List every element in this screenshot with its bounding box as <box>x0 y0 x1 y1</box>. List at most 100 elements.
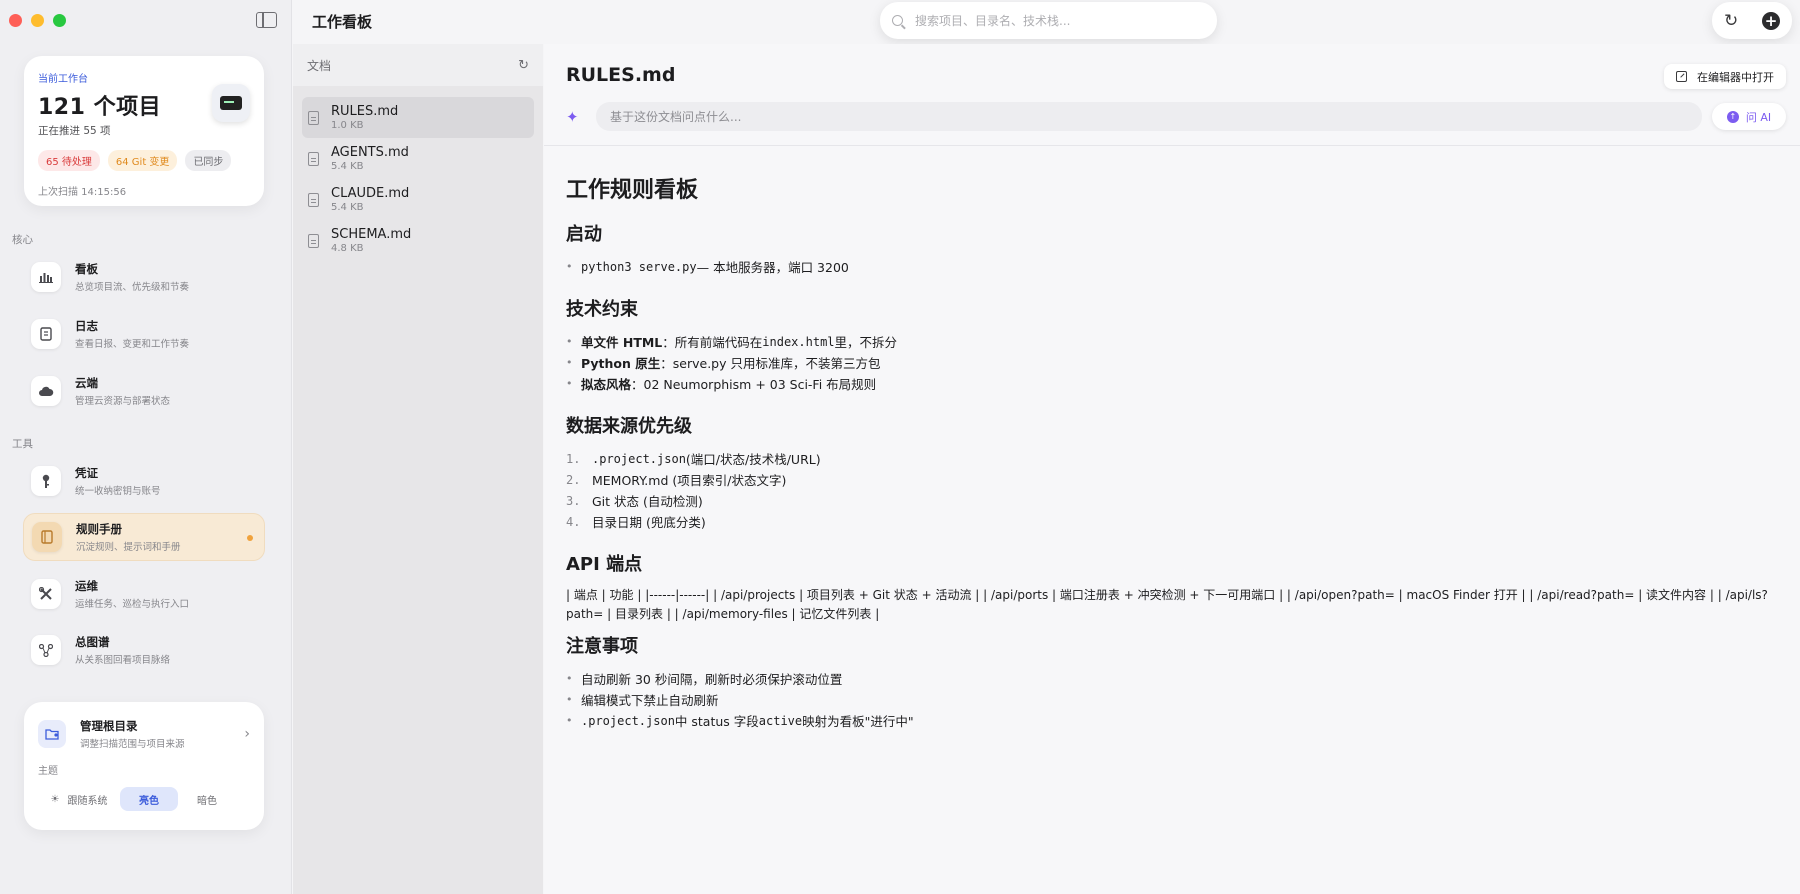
start-list: • python3 serve.py — 本地服务器，端口 3200 <box>566 256 1786 277</box>
refresh-icon[interactable]: ↻ <box>1724 11 1738 31</box>
markdown-content: 工作规则看板 启动 • python3 serve.py — 本地服务器，端口 3… <box>566 172 1786 731</box>
sidebar-toggle-icon[interactable] <box>256 12 277 28</box>
nav-title: 云端 <box>75 376 98 390</box>
cloud-icon <box>31 376 61 406</box>
nav-title: 运维 <box>75 579 98 593</box>
theme-dark-option[interactable]: 暗色 <box>178 787 236 811</box>
sources-list: 1. .project.json (端口/状态/技术栈/URL) 2. MEMORY… <box>566 448 1786 532</box>
workspace-in-progress: 正在推进 55 项 <box>38 125 111 137</box>
chevron-right-icon: › <box>244 726 250 742</box>
nav-desc: 管理云资源与部署状态 <box>75 396 171 407</box>
list-item: 2. MEMORY.md (项目索引/状态文字) <box>566 472 787 489</box>
document-title: RULES.md <box>566 64 676 86</box>
git-changes-badge[interactable]: 64 Git 变更 <box>107 150 178 171</box>
sync-badge: 已同步 <box>185 150 232 171</box>
root-title: 管理根目录 <box>80 719 138 733</box>
bar-chart-icon <box>31 262 61 292</box>
search-input[interactable] <box>915 13 1195 28</box>
documents-header: 文档 ↻ <box>293 44 543 86</box>
tech-list: • 单文件 HTML ：所有前端代码在 index.html 里，不拆分 • Pyth… <box>566 331 1786 394</box>
graph-icon <box>31 635 61 665</box>
document-icon <box>308 110 319 125</box>
document-icon <box>308 233 319 248</box>
section-heading-sources: 数据来源优先级 <box>566 416 692 437</box>
sidebar-item-board[interactable]: 看板 总览项目流、优先级和节奏 <box>23 253 265 301</box>
doc-size: 5.4 KB <box>331 202 364 213</box>
close-window-button[interactable] <box>9 14 22 27</box>
folder-settings-icon <box>38 720 66 748</box>
list-item: • python3 serve.py — 本地服务器，端口 3200 <box>566 259 849 276</box>
ask-ai-input[interactable] <box>596 102 1702 131</box>
theme-light-option[interactable]: 亮色 <box>120 787 178 811</box>
document-viewer: RULES.md 在编辑器中打开 ✦ ↑ 问 AI 工作规则看板 启动 •pyt… <box>544 44 1800 894</box>
open-in-editor-button[interactable]: 在编辑器中打开 <box>1664 64 1786 89</box>
nav-title: 总图谱 <box>75 635 110 649</box>
nav-title: 规则手册 <box>76 522 122 536</box>
key-icon <box>31 466 61 496</box>
doc-name: RULES.md <box>331 104 399 119</box>
external-link-icon <box>1676 71 1687 82</box>
document-icon <box>308 151 319 166</box>
doc-item-rules[interactable]: RULES.md 1.0 KB <box>302 97 534 138</box>
ask-ai-button[interactable]: ↑ 问 AI <box>1712 103 1786 130</box>
top-actions: ↻ + <box>1712 2 1792 39</box>
nav-desc: 沉淀规则、提示词和手册 <box>76 542 181 553</box>
theme-switcher: ☀ 跟随系统 亮色 暗色 <box>38 786 256 812</box>
nav-desc: 统一收纳密钥与账号 <box>75 486 161 497</box>
doc-size: 4.8 KB <box>331 243 364 254</box>
search-icon <box>892 15 903 26</box>
list-item: • 编辑模式下禁止自动刷新 <box>566 693 719 708</box>
workspace-label: 当前工作台 <box>38 74 88 85</box>
window-controls <box>9 14 66 27</box>
list-item: • Python 原生 ：serve.py 只用标准库，不装第三方包 <box>566 356 881 371</box>
sidebar-item-graph[interactable]: 总图谱 从关系图回看项目脉络 <box>23 626 265 674</box>
theme-system-option[interactable]: ☀ 跟随系统 <box>38 787 120 811</box>
sidebar-item-ops[interactable]: 运维 运维任务、巡检与执行入口 <box>23 570 265 618</box>
doc-size: 1.0 KB <box>331 120 364 131</box>
last-scan-time: 上次扫描 14:15:56 <box>38 187 127 198</box>
doc-item-claude[interactable]: CLAUDE.md 5.4 KB <box>302 179 534 220</box>
window-title: 工作看板 <box>312 13 373 31</box>
pending-badge[interactable]: 65 待处理 <box>38 150 100 171</box>
manage-root-button[interactable]: 管理根目录 调整扫描范围与项目来源 › <box>38 718 250 750</box>
doc-name: AGENTS.md <box>331 145 409 160</box>
nav-title: 凭证 <box>75 466 98 480</box>
section-heading-tech: 技术约束 <box>566 299 638 320</box>
list-item: • .project.json 中 status 字段 active 映射为看板"… <box>566 713 914 730</box>
root-directory-card: 管理根目录 调整扫描范围与项目来源 › 主题 ☀ 跟随系统 亮色 暗色 <box>24 702 264 830</box>
wrench-icon <box>31 579 61 609</box>
doc-item-agents[interactable]: AGENTS.md 5.4 KB <box>302 138 534 179</box>
sidebar-item-credentials[interactable]: 凭证 统一收纳密钥与账号 <box>23 457 265 505</box>
section-heading-api: API 端点 <box>566 554 643 575</box>
ask-ai-label: 问 AI <box>1745 110 1772 124</box>
refresh-docs-icon[interactable]: ↻ <box>518 58 529 73</box>
search-bar[interactable] <box>880 2 1217 39</box>
add-icon[interactable]: + <box>1762 11 1781 30</box>
doc-name: CLAUDE.md <box>331 186 410 201</box>
list-item: • 单文件 HTML ：所有前端代码在 index.html 里，不拆分 <box>566 334 898 351</box>
documents-title: 文档 <box>307 58 332 73</box>
root-desc: 调整扫描范围与项目来源 <box>80 739 185 750</box>
documents-panel: 文档 ↻ RULES.md 1.0 KB AGENTS.md 5.4 KB CL… <box>293 44 543 894</box>
workspace-card: 当前工作台 121 个项目 正在推进 55 项 65 待处理 64 Git 变更… <box>24 56 264 206</box>
theme-label: 主题 <box>38 766 58 777</box>
notes-list: • 自动刷新 30 秒间隔，刷新时必须保护滚动位置 • 编辑模式下禁止自动刷新 •.… <box>566 668 1786 731</box>
open-in-editor-label: 在编辑器中打开 <box>1697 70 1774 84</box>
maximize-window-button[interactable] <box>53 14 66 27</box>
sidebar-item-cloud[interactable]: 云端 管理云资源与部署状态 <box>23 367 265 415</box>
arrow-up-icon: ↑ <box>1726 110 1739 123</box>
api-table-raw: | 端点 | 功能 | |------|------| | /api/proje… <box>566 588 1768 621</box>
handbook-icon <box>32 522 62 552</box>
nav-desc: 从关系图回看项目脉络 <box>75 655 171 666</box>
doc-item-schema[interactable]: SCHEMA.md 4.8 KB <box>302 220 534 261</box>
nav-desc: 运维任务、巡检与执行入口 <box>75 599 190 610</box>
list-item: 3. Git 状态 (自动检测) <box>566 493 703 510</box>
document-icon <box>308 192 319 207</box>
sidebar: 当前工作台 121 个项目 正在推进 55 项 65 待处理 64 Git 变更… <box>0 0 292 894</box>
minimize-window-button[interactable] <box>31 14 44 27</box>
workspace-terminal-icon <box>212 84 250 122</box>
sidebar-item-rules[interactable]: 规则手册 沉淀规则、提示词和手册 <box>23 513 265 561</box>
list-item: • 自动刷新 30 秒间隔，刷新时必须保护滚动位置 <box>566 672 843 687</box>
nav-title: 看板 <box>75 262 98 276</box>
sidebar-item-log[interactable]: 日志 查看日报、变更和工作节奏 <box>23 310 265 358</box>
